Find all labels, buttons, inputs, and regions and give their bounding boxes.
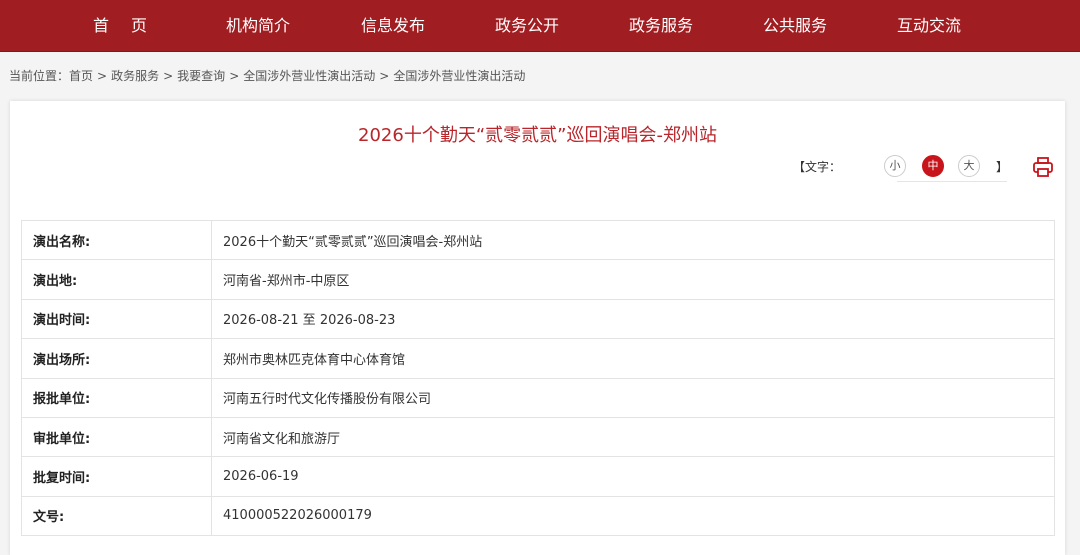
breadcrumb-foreign-performance[interactable]: 全国涉外营业性演出活动 <box>243 66 375 86</box>
printer-icon[interactable] <box>1032 156 1054 178</box>
breadcrumb-prefix: 当前位置： <box>9 69 70 83</box>
font-size-bracket: 】 <box>996 160 1009 174</box>
breadcrumb-home[interactable]: 首页 <box>69 66 93 86</box>
detail-value: 河南省-郑州市-中原区 <box>211 259 1055 300</box>
font-size-medium-button[interactable]: 中 <box>922 155 944 177</box>
breadcrumb-query[interactable]: 我要查询 <box>177 66 225 86</box>
detail-label: 演出地: <box>21 259 212 300</box>
nav-item-about[interactable]: 机构简介 <box>226 0 290 52</box>
detail-value: 410000522026000179 <box>211 495 1055 537</box>
detail-label: 批复时间: <box>21 456 212 497</box>
detail-value: 河南五行时代文化传播股份有限公司 <box>211 377 1055 418</box>
nav-item-gov-affairs[interactable]: 政务公开 <box>495 0 559 52</box>
content-panel: 2026十个勤天“贰零贰贰”巡回演唱会-郑州站 【文字： 小 中 大 】 演出名… <box>10 101 1065 555</box>
detail-label: 演出名称: <box>21 219 212 261</box>
table-row: 演出场所: 郑州市奥林匹克体育中心体育馆 <box>21 338 1055 379</box>
nav-item-interaction[interactable]: 互动交流 <box>897 0 961 52</box>
nav-item-news[interactable]: 信息发布 <box>361 0 425 52</box>
table-row: 报批单位: 河南五行时代文化传播股份有限公司 <box>21 377 1055 418</box>
breadcrumb: 当前位置：首页 > 政务服务 > 我要查询 > 全国涉外营业性演出活动 > 全国涉外营业性演出活… <box>9 66 525 86</box>
table-row: 文号: 410000522026000179 <box>21 495 1055 537</box>
breadcrumb-separator: > <box>229 69 240 83</box>
font-size-small-button[interactable]: 小 <box>884 155 906 177</box>
font-size-large-button[interactable]: 大 <box>958 155 980 177</box>
page-title: 2026十个勤天“贰零贰贰”巡回演唱会-郑州站 <box>358 125 717 146</box>
breadcrumb-gov-services[interactable]: 政务服务 <box>111 66 159 86</box>
detail-value: 2026-06-19 <box>211 456 1055 497</box>
nav-item-gov-services[interactable]: 政务服务 <box>629 0 693 52</box>
breadcrumb-current[interactable]: 全国涉外营业性演出活动 <box>393 66 525 86</box>
table-row: 批复时间: 2026-06-19 <box>21 456 1055 497</box>
breadcrumb-separator: > <box>163 69 174 83</box>
detail-label: 演出场所: <box>21 338 212 379</box>
nav-item-public-services[interactable]: 公共服务 <box>763 0 827 52</box>
breadcrumb-separator: > <box>379 69 390 83</box>
nav-item-home[interactable]: 首页 <box>93 0 169 52</box>
font-size-label: 【文字： <box>793 160 842 174</box>
table-row: 演出地: 河南省-郑州市-中原区 <box>21 259 1055 300</box>
divider <box>897 181 1007 182</box>
detail-value: 河南省文化和旅游厅 <box>211 416 1055 458</box>
table-row: 演出时间: 2026-08-21 至 2026-08-23 <box>21 298 1055 340</box>
detail-label: 审批单位: <box>21 416 212 458</box>
table-row: 审批单位: 河南省文化和旅游厅 <box>21 416 1055 458</box>
detail-value: 2026-08-21 至 2026-08-23 <box>211 298 1055 340</box>
detail-value: 郑州市奥林匹克体育中心体育馆 <box>211 338 1055 379</box>
top-navigation-bar: 首页 机构简介 信息发布 政务公开 政务服务 公共服务 互动交流 <box>0 0 1080 52</box>
table-row: 演出名称: 2026十个勤天“贰零贰贰”巡回演唱会-郑州站 <box>21 219 1055 261</box>
detail-value: 2026十个勤天“贰零贰贰”巡回演唱会-郑州站 <box>211 219 1055 261</box>
detail-label: 报批单位: <box>21 377 212 418</box>
detail-label: 演出时间: <box>21 298 212 340</box>
breadcrumb-separator: > <box>97 69 108 83</box>
detail-label: 文号: <box>21 495 212 537</box>
performance-details-table: 演出名称: 2026十个勤天“贰零贰贰”巡回演唱会-郑州站 演出地: 河南省-郑州市-… <box>21 219 1055 537</box>
